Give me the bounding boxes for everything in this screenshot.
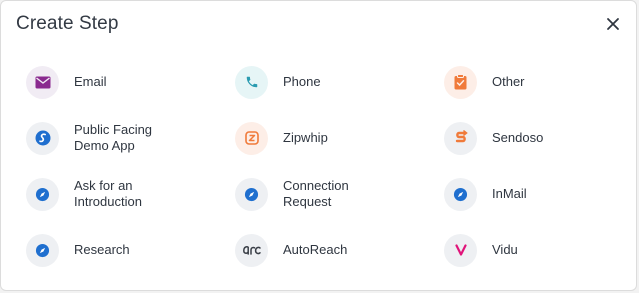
option-inmail[interactable]: InMail <box>444 166 614 222</box>
option-label: Research <box>74 242 130 257</box>
option-zipwhip[interactable]: Zipwhip <box>235 110 444 166</box>
autoreach-logo-icon <box>235 233 268 267</box>
envelope-icon <box>26 65 59 99</box>
option-other[interactable]: Other <box>444 54 614 110</box>
demo-app-logo-icon <box>26 121 59 155</box>
option-vidu[interactable]: Vidu <box>444 222 614 278</box>
create-step-dialog: Create Step Email Phone Other Public Fac… <box>0 0 637 291</box>
compass-icon <box>26 177 59 211</box>
option-ask-for-an-introduction[interactable]: Ask for an Introduction <box>26 166 235 222</box>
compass-icon <box>26 233 59 267</box>
close-icon[interactable] <box>604 15 622 33</box>
option-label: Other <box>492 74 525 89</box>
dialog-title: Create Step <box>16 13 119 34</box>
zipwhip-logo-icon <box>235 121 268 155</box>
option-label: Email <box>74 74 107 89</box>
option-autoreach[interactable]: AutoReach <box>235 222 444 278</box>
phone-icon <box>235 65 268 99</box>
compass-icon <box>235 177 268 211</box>
option-sendoso[interactable]: Sendoso <box>444 110 614 166</box>
option-email[interactable]: Email <box>26 54 235 110</box>
option-label: Phone <box>283 74 321 89</box>
option-label: AutoReach <box>283 242 348 257</box>
option-label: Vidu <box>492 242 518 257</box>
option-label: InMail <box>492 186 527 201</box>
option-label: Connection Request <box>283 178 349 209</box>
option-label: Sendoso <box>492 130 544 145</box>
option-label: Zipwhip <box>283 130 328 145</box>
option-label: Ask for an Introduction <box>74 178 142 209</box>
option-public-facing-demo-app[interactable]: Public Facing Demo App <box>26 110 235 166</box>
option-research[interactable]: Research <box>26 222 235 278</box>
sendoso-logo-icon <box>444 121 477 155</box>
vidu-logo-icon <box>444 233 477 267</box>
option-phone[interactable]: Phone <box>235 54 444 110</box>
option-connection-request[interactable]: Connection Request <box>235 166 444 222</box>
clipboard-check-icon <box>444 65 477 99</box>
option-label: Public Facing Demo App <box>74 122 153 153</box>
step-options-grid: Email Phone Other Public Facing Demo App… <box>26 54 614 278</box>
compass-icon <box>444 177 477 211</box>
